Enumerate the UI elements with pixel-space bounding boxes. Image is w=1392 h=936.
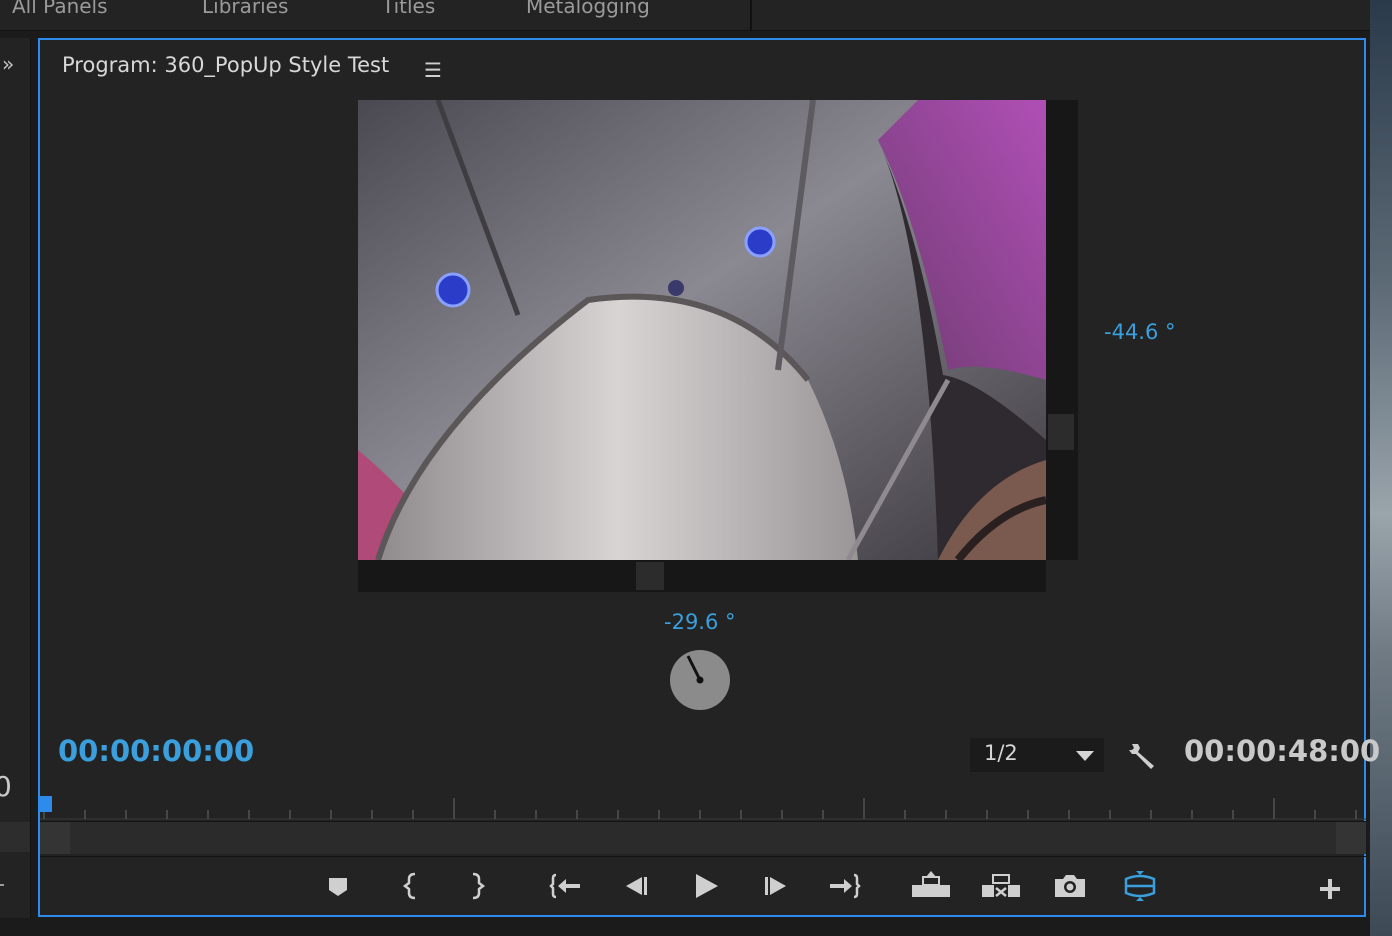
horizontal-angle-readout[interactable]: -29.6 ° — [664, 610, 736, 634]
playback-resolution-select[interactable]: 1/2 — [970, 738, 1104, 772]
current-timecode[interactable]: 00:00:00:00 — [58, 734, 254, 768]
tab-all-panels[interactable]: All Panels — [12, 0, 108, 18]
mark-in-icon — [402, 872, 416, 900]
adjacent-panel-scrollbar[interactable] — [0, 822, 30, 852]
vertical-angle-readout[interactable]: -44.6 ° — [1104, 320, 1176, 344]
camera-icon — [1055, 875, 1085, 897]
mark-out-button[interactable] — [458, 869, 494, 903]
go-to-in-button[interactable] — [548, 869, 584, 903]
plus-icon — [1320, 879, 1340, 899]
tab-libraries[interactable]: Libraries — [202, 0, 288, 18]
video-still — [358, 100, 1046, 560]
adjacent-panel: » 0 — [0, 38, 31, 918]
tab-titles[interactable]: Titles — [382, 0, 435, 18]
zoom-scrollbar[interactable] — [40, 821, 1366, 854]
vertical-scroll-thumb[interactable] — [1048, 414, 1074, 450]
zoom-handle-right[interactable] — [1336, 822, 1366, 854]
workspace-tab-bar: All Panels Libraries Titles Metalogging — [0, 0, 1370, 31]
step-back-button[interactable] — [618, 869, 654, 903]
step-forward-icon — [765, 877, 786, 895]
program-video-frame[interactable] — [358, 100, 1046, 560]
add-marker-button[interactable] — [320, 869, 356, 903]
zoom-handle-left[interactable] — [40, 822, 70, 854]
resolution-value: 1/2 — [984, 741, 1018, 765]
vr-video-icon — [1124, 871, 1156, 901]
step-back-icon — [626, 877, 647, 895]
adjacent-panel-button[interactable] — [0, 884, 4, 886]
panel-title[interactable]: Program: 360_PopUp Style Test — [62, 53, 389, 77]
adjacent-panel-timecode: 0 — [0, 770, 12, 803]
button-editor-button[interactable] — [1312, 869, 1348, 903]
go-to-out-button[interactable] — [826, 869, 862, 903]
play-button[interactable] — [688, 869, 724, 903]
horizontal-angle-scrollbar[interactable] — [358, 560, 1046, 592]
mark-out-icon — [472, 872, 486, 900]
vertical-angle-scrollbar[interactable] — [1046, 100, 1078, 560]
program-monitor-panel: Program: 360_PopUp Style Test ☰ -44.6 ° … — [38, 38, 1380, 918]
go-to-out-icon — [830, 873, 861, 899]
desktop-background — [1370, 0, 1392, 936]
wrench-icon[interactable] — [1126, 740, 1158, 772]
dial-needle-icon — [686, 655, 704, 684]
export-frame-button[interactable] — [1052, 869, 1088, 903]
step-forward-button[interactable] — [758, 869, 794, 903]
lift-button[interactable] — [910, 869, 952, 903]
chevron-down-icon — [1076, 751, 1094, 761]
vr-video-toggle-button[interactable] — [1122, 869, 1158, 903]
hamburger-menu-icon[interactable]: ☰ — [424, 58, 442, 82]
playhead[interactable] — [40, 796, 52, 812]
play-icon — [696, 874, 718, 898]
tab-metalogging[interactable]: Metalogging — [526, 0, 650, 18]
mark-in-button[interactable] — [394, 869, 430, 903]
go-to-in-icon — [549, 873, 580, 899]
lift-icon — [912, 871, 950, 897]
tab-bar-divider — [750, 0, 752, 30]
double-chevron-right-icon[interactable]: » — [2, 52, 14, 76]
time-ruler[interactable] — [40, 790, 1366, 820]
extract-icon — [982, 874, 1020, 897]
marker-icon — [329, 878, 347, 896]
transport-controls — [40, 856, 1366, 918]
rotation-dial[interactable] — [670, 650, 730, 710]
extract-button[interactable] — [980, 869, 1022, 903]
horizontal-scroll-thumb[interactable] — [636, 562, 664, 590]
duration-timecode: 00:00:48:00 — [1184, 734, 1381, 768]
